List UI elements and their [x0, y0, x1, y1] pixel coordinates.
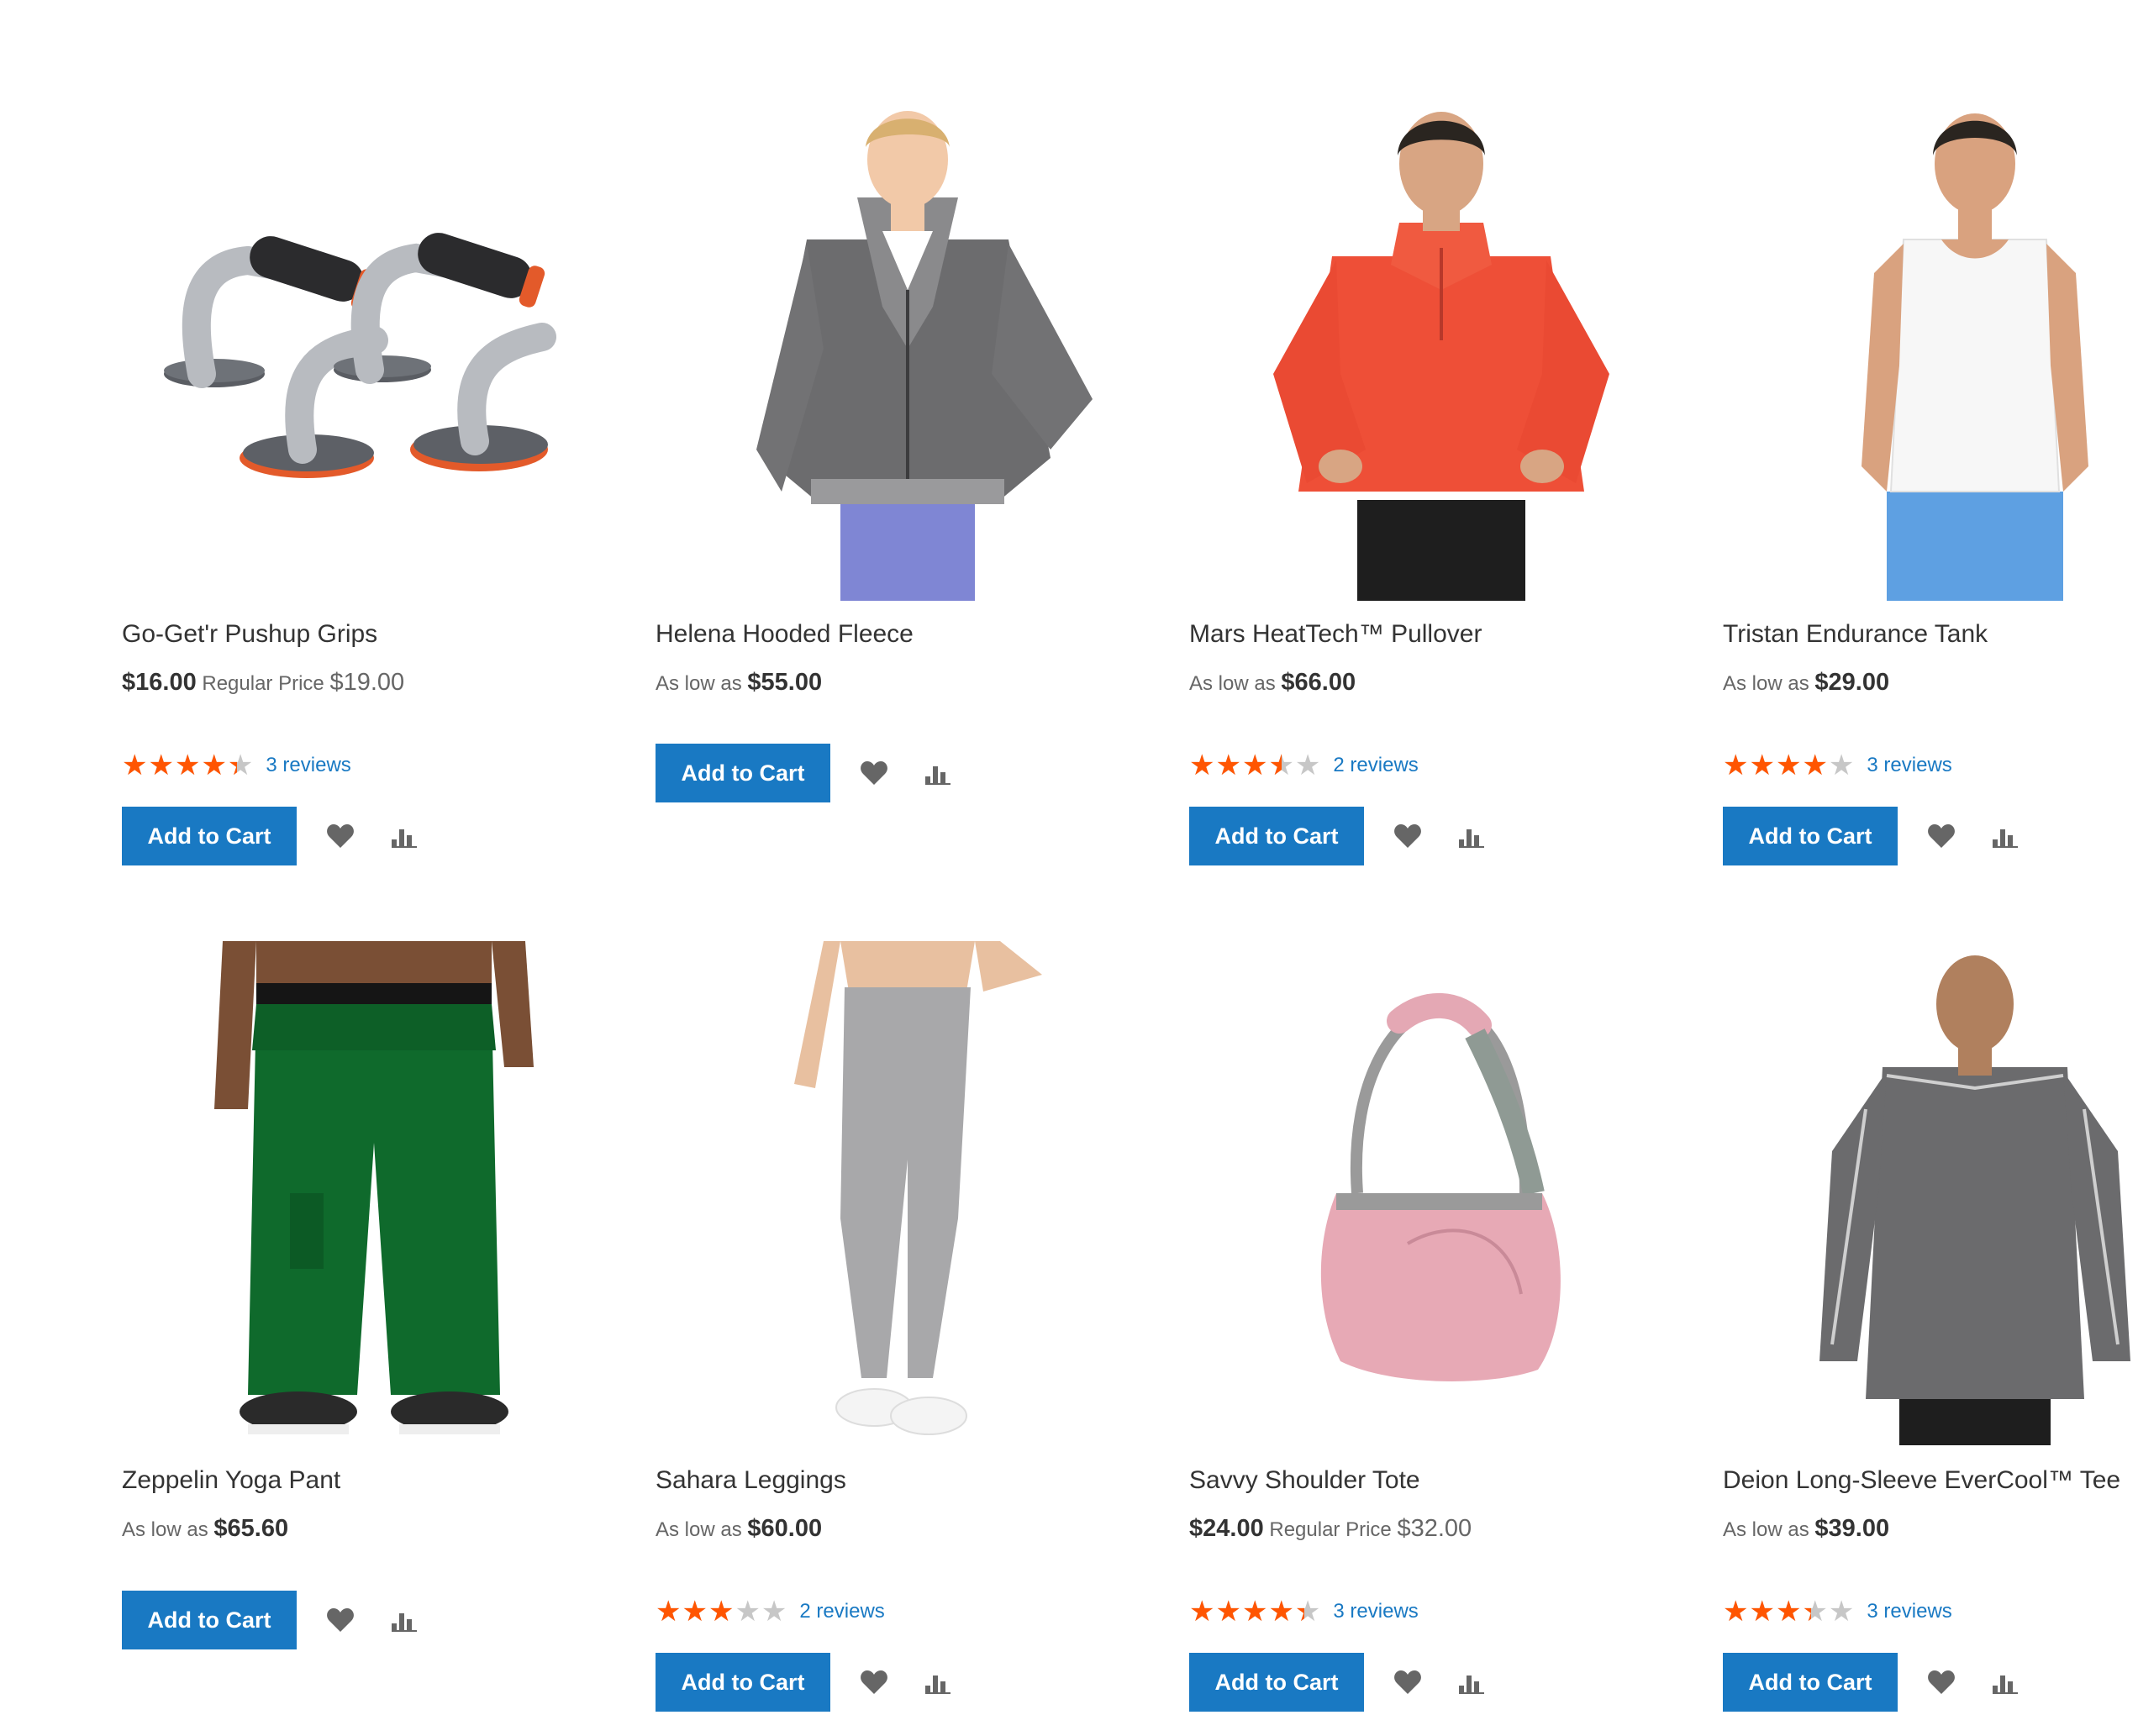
price-box: As low as $60.00 — [656, 1513, 822, 1545]
wishlist-heart-icon[interactable] — [320, 1600, 361, 1640]
compare-chart-icon[interactable] — [918, 753, 958, 793]
final-price: $29.00 — [1814, 669, 1890, 696]
final-price: $66.00 — [1281, 669, 1356, 696]
product-actions: Add to Cart — [122, 1591, 424, 1649]
price-box: As low as $66.00 — [1189, 667, 1356, 699]
product-name[interactable]: Zeppelin Yoga Pant — [122, 1465, 340, 1496]
add-to-cart-button[interactable]: Add to Cart — [122, 807, 297, 865]
product-name[interactable]: Sahara Leggings — [656, 1465, 846, 1496]
product-actions: Add to Cart — [1723, 1653, 2025, 1712]
compare-chart-icon[interactable] — [384, 1600, 424, 1640]
pushup-grips-image[interactable] — [122, 97, 626, 601]
as-low-as-label: As low as — [1723, 1518, 1809, 1541]
compare-chart-icon[interactable] — [1451, 816, 1492, 856]
rating-stars: ★★★★★ ★★★★★ — [1723, 750, 1855, 781]
rating-summary: ★★★★★ ★★★★★ 2 reviews — [656, 1597, 885, 1627]
as-low-as-label: As low as — [1189, 672, 1276, 695]
rating-stars-fill: ★★★★★ — [1189, 1597, 1304, 1627]
add-to-cart-button[interactable]: Add to Cart — [1189, 807, 1364, 865]
rating-summary: ★★★★★ ★★★★★ 2 reviews — [1189, 750, 1419, 781]
price-box: As low as $39.00 — [1723, 1513, 1889, 1545]
compare-chart-icon[interactable] — [1451, 1662, 1492, 1702]
add-to-cart-button[interactable]: Add to Cart — [656, 1653, 830, 1712]
rating-stars-fill: ★★★★★ — [1189, 750, 1282, 781]
yoga-pant-image[interactable] — [122, 941, 626, 1445]
as-low-as-label: As low as — [1723, 672, 1809, 695]
add-to-cart-button[interactable]: Add to Cart — [1723, 1653, 1898, 1712]
rating-summary: ★★★★★ ★★★★★ 3 reviews — [122, 750, 351, 781]
reviews-link[interactable]: 2 reviews — [799, 1600, 884, 1623]
final-price: $39.00 — [1814, 1515, 1890, 1542]
shoulder-tote-image[interactable] — [1189, 941, 1693, 1445]
wishlist-heart-icon[interactable] — [854, 1662, 894, 1702]
as-low-as-label: As low as — [656, 672, 742, 695]
product-actions: Add to Cart — [122, 807, 424, 865]
product-name[interactable]: Go-Get'r Pushup Grips — [122, 619, 377, 650]
rating-stars-fill: ★★★★★ — [122, 750, 237, 781]
rating-stars: ★★★★★ ★★★★★ — [1189, 1597, 1321, 1627]
product-actions: Add to Cart — [1189, 807, 1492, 865]
product-name[interactable]: Mars HeatTech™ Pullover — [1189, 619, 1482, 650]
final-price: $16.00 — [122, 669, 197, 696]
as-low-as-label: As low as — [122, 1518, 208, 1541]
product-actions: Add to Cart — [1723, 807, 2025, 865]
regular-price-label: Regular Price — [1269, 1518, 1392, 1541]
regular-price: $32.00 — [1397, 1515, 1472, 1542]
wishlist-heart-icon[interactable] — [854, 753, 894, 793]
reviews-link[interactable]: 3 reviews — [1333, 1600, 1418, 1623]
wishlist-heart-icon[interactable] — [1921, 816, 1962, 856]
final-price: $55.00 — [747, 669, 823, 696]
price-box: $24.00 Regular Price $32.00 — [1189, 1513, 1472, 1545]
wishlist-heart-icon[interactable] — [320, 816, 361, 856]
add-to-cart-button[interactable]: Add to Cart — [1723, 807, 1898, 865]
product-actions: Add to Cart — [1189, 1653, 1492, 1712]
product-actions: Add to Cart — [656, 744, 958, 802]
reviews-link[interactable]: 3 reviews — [1867, 1600, 1951, 1623]
final-price: $65.60 — [213, 1515, 289, 1542]
rating-summary: ★★★★★ ★★★★★ 3 reviews — [1723, 750, 1952, 781]
compare-chart-icon[interactable] — [384, 816, 424, 856]
wishlist-heart-icon[interactable] — [1388, 816, 1428, 856]
rating-summary: ★★★★★ ★★★★★ 3 reviews — [1723, 1597, 1952, 1627]
final-price: $60.00 — [747, 1515, 823, 1542]
compare-chart-icon[interactable] — [1985, 1662, 2025, 1702]
reviews-link[interactable]: 3 reviews — [266, 754, 350, 777]
hooded-fleece-image[interactable] — [656, 97, 1160, 601]
price-box: As low as $55.00 — [656, 667, 822, 699]
pullover-image[interactable] — [1189, 97, 1693, 601]
price-box: As low as $65.60 — [122, 1513, 288, 1545]
final-price: $24.00 — [1189, 1515, 1264, 1542]
reviews-link[interactable]: 2 reviews — [1333, 754, 1418, 777]
add-to-cart-button[interactable]: Add to Cart — [122, 1591, 297, 1649]
regular-price: $19.00 — [329, 669, 405, 696]
compare-chart-icon[interactable] — [918, 1662, 958, 1702]
leggings-image[interactable] — [656, 941, 1160, 1445]
rating-stars-fill: ★★★★★ — [1723, 750, 1829, 781]
tank-image[interactable] — [1723, 97, 2138, 601]
price-box: $16.00 Regular Price $19.00 — [122, 667, 404, 699]
rating-stars-fill: ★★★★★ — [1723, 1597, 1811, 1627]
wishlist-heart-icon[interactable] — [1921, 1662, 1962, 1702]
price-box: As low as $29.00 — [1723, 667, 1889, 699]
rating-summary: ★★★★★ ★★★★★ 3 reviews — [1189, 1597, 1419, 1627]
rating-stars-fill: ★★★★★ — [656, 1597, 735, 1627]
add-to-cart-button[interactable]: Add to Cart — [1189, 1653, 1364, 1712]
rating-stars: ★★★★★ ★★★★★ — [1723, 1597, 1855, 1627]
regular-price-label: Regular Price — [202, 672, 324, 695]
product-name[interactable]: Savvy Shoulder Tote — [1189, 1465, 1420, 1496]
long-sleeve-tee-image[interactable] — [1723, 941, 2138, 1445]
rating-stars: ★★★★★ ★★★★★ — [656, 1597, 787, 1627]
product-grid: Go-Get'r Pushup Grips $16.00 Regular Pri… — [0, 0, 2138, 1736]
product-actions: Add to Cart — [656, 1653, 958, 1712]
rating-stars: ★★★★★ ★★★★★ — [1189, 750, 1321, 781]
as-low-as-label: As low as — [656, 1518, 742, 1541]
product-name[interactable]: Tristan Endurance Tank — [1723, 619, 1988, 650]
reviews-link[interactable]: 3 reviews — [1867, 754, 1951, 777]
product-name[interactable]: Deion Long-Sleeve EverCool™ Tee — [1723, 1465, 2120, 1496]
add-to-cart-button[interactable]: Add to Cart — [656, 744, 830, 802]
compare-chart-icon[interactable] — [1985, 816, 2025, 856]
rating-stars: ★★★★★ ★★★★★ — [122, 750, 254, 781]
product-name[interactable]: Helena Hooded Fleece — [656, 619, 914, 650]
wishlist-heart-icon[interactable] — [1388, 1662, 1428, 1702]
